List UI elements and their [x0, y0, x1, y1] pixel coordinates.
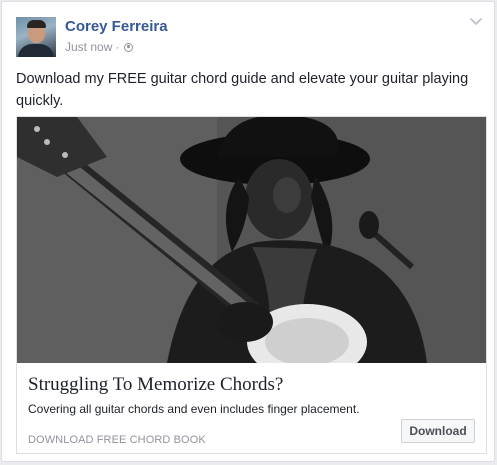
- avatar-shirt: [18, 44, 54, 57]
- link-preview-title[interactable]: Struggling To Memorize Chords?: [28, 374, 283, 396]
- link-preview-description: Covering all guitar chords and even incl…: [28, 402, 360, 416]
- download-button[interactable]: Download: [401, 419, 475, 443]
- author-name-link[interactable]: Corey Ferreira: [65, 18, 168, 35]
- link-preview-card[interactable]: Struggling To Memorize Chords? Covering …: [16, 116, 487, 454]
- globe-icon[interactable]: [124, 42, 134, 52]
- author-avatar[interactable]: [16, 17, 56, 57]
- meta-separator: ·: [115, 40, 120, 54]
- avatar-hair: [27, 20, 46, 28]
- chevron-down-icon[interactable]: [468, 16, 484, 28]
- guitarist-photo-icon: [17, 117, 486, 363]
- post-text: Download my FREE guitar chord guide and …: [16, 71, 469, 109]
- feed-post: Corey Ferreira Just now · Download my FR…: [1, 1, 495, 462]
- post-timestamp[interactable]: Just now: [65, 40, 112, 54]
- post-meta: Just now ·: [65, 40, 134, 54]
- link-preview-caption: DOWNLOAD FREE CHORD BOOK: [28, 434, 206, 446]
- link-preview-image[interactable]: [17, 117, 486, 363]
